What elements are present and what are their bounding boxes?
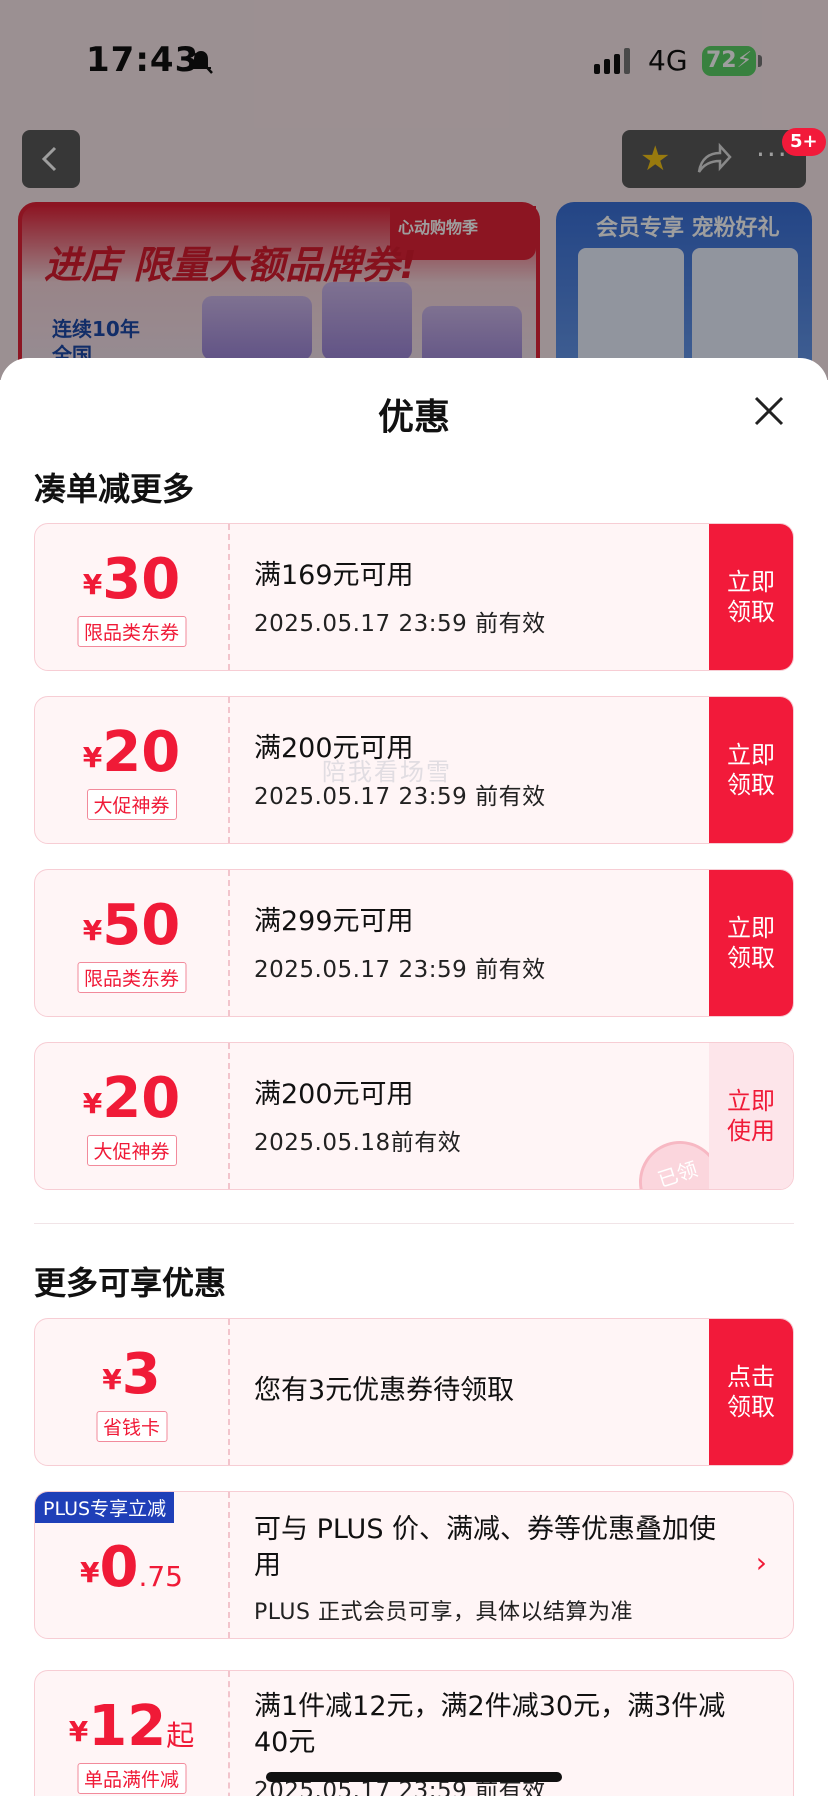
coupon-info: 满169元可用 2025.05.17 23:59 前有效 [254, 558, 724, 638]
currency-symbol: ¥ [82, 568, 103, 601]
notification-badge: 5+ [782, 128, 826, 156]
coupon-type-tag: 大促神券 [86, 1135, 177, 1166]
home-indicator[interactable] [266, 1772, 562, 1782]
currency-symbol: ¥ [82, 741, 103, 774]
coupon-info: 满299元可用 2025.05.17 23:59 前有效 [254, 904, 724, 984]
store-page-background: 心动购物季 进店 限量大额品牌券! 连续10年 全国 会员专享 宠粉好礼 ★ ·… [0, 0, 828, 380]
offer-text: 您有3元优惠券待领取 [254, 1375, 515, 1406]
currency-symbol: ¥ [68, 1715, 89, 1748]
currency-symbol: ¥ [82, 914, 103, 947]
offer-amount: 0 [99, 1535, 139, 1600]
offer-amount-fraction: .75 [138, 1560, 183, 1593]
use-coupon-button[interactable]: 立即使用 [709, 1043, 793, 1189]
offer-type-tag: 单品满件减 [76, 1763, 187, 1794]
offer-subtext: PLUS 正式会员可享，具体以结算为准 [254, 1600, 633, 1625]
coupon-divider [228, 1492, 230, 1638]
coupon-condition: 满200元可用 [254, 1079, 414, 1110]
currency-symbol: ¥ [80, 1556, 100, 1589]
offer-info: 您有3元优惠券待领取 [254, 1373, 724, 1409]
currency-symbol: ¥ [102, 1363, 122, 1396]
coupon-divider [228, 870, 230, 1016]
modal-overlay[interactable] [0, 0, 828, 380]
coupon-divider [228, 1319, 230, 1465]
claim-coupon-button[interactable]: 立即领取 [709, 524, 793, 670]
plus-offer-card[interactable]: PLUS专享立减 ¥0.75 可与 PLUS 价、满减、券等优惠叠加使用 PLU… [34, 1491, 794, 1639]
claim-coupon-button[interactable]: 立即领取 [709, 697, 793, 843]
sheet-title: 优惠 [377, 397, 450, 438]
discount-sheet: 优惠 凑单减更多 ¥30 限品类东券 满169元可用 2025.05.17 23… [0, 358, 828, 1796]
coupon-divider [228, 1671, 230, 1796]
coupon-value: ¥20 大促神券 [35, 1043, 228, 1189]
coupon-info: 满200元可用 2025.05.18前有效 [254, 1077, 724, 1157]
coupon-card: ¥50 限品类东券 满299元可用 2025.05.17 23:59 前有效 立… [34, 869, 794, 1017]
offer-text: 可与 PLUS 价、满减、券等优惠叠加使用 [254, 1514, 717, 1581]
coupon-type-tag: 限品类东券 [76, 616, 187, 647]
offer-value: ¥12起 单品满件减 [35, 1671, 228, 1796]
offer-amount: 12 [88, 1694, 167, 1759]
coupon-amount: 20 [102, 720, 181, 785]
coupon-amount: 30 [102, 547, 181, 612]
offer-amount-suffix: 起 [166, 1719, 195, 1752]
coupon-divider [228, 524, 230, 670]
coupon-amount: 20 [102, 1066, 181, 1131]
offer-amount: 3 [121, 1342, 161, 1407]
section-title-more: 更多可享优惠 [34, 1264, 227, 1302]
coupon-expiry: 2025.05.17 23:59 前有效 [254, 957, 546, 983]
claim-offer-button[interactable]: 点击领取 [709, 1319, 793, 1465]
offer-value: ¥3 省钱卡 [35, 1319, 228, 1465]
coupon-divider [228, 697, 230, 843]
currency-symbol: ¥ [82, 1087, 103, 1120]
section-divider [34, 1223, 794, 1224]
coupon-amount: 50 [102, 893, 181, 958]
coupon-type-tag: 大促神券 [86, 789, 177, 820]
coupon-condition: 满299元可用 [254, 906, 414, 937]
chevron-right-icon: › [755, 1546, 767, 1579]
offer-card: ¥3 省钱卡 您有3元优惠券待领取 点击领取 [34, 1318, 794, 1466]
coupon-value: ¥30 限品类东券 [35, 524, 228, 670]
claim-coupon-button[interactable]: 立即领取 [709, 870, 793, 1016]
coupon-value: ¥50 限品类东券 [35, 870, 228, 1016]
offer-value: ¥0.75 [35, 1492, 228, 1638]
coupon-card: ¥30 限品类东券 满169元可用 2025.05.17 23:59 前有效 立… [34, 523, 794, 671]
coupon-expiry: 2025.05.17 23:59 前有效 [254, 611, 546, 637]
coupon-condition: 满169元可用 [254, 560, 414, 591]
coupon-value: ¥20 大促神券 [35, 697, 228, 843]
offer-text: 满1件减12元，满2件减30元，满3件减40元 [254, 1691, 726, 1758]
watermark: 陪我看场雪 [322, 758, 452, 786]
offer-type-tag: 省钱卡 [95, 1411, 168, 1442]
offer-info: 可与 PLUS 价、满减、券等优惠叠加使用 PLUS 正式会员可享，具体以结算为… [254, 1512, 724, 1626]
close-icon[interactable] [752, 394, 786, 428]
section-title-bundle: 凑单减更多 [34, 470, 195, 508]
coupon-card: ¥20 大促神券 满200元可用 2025.05.18前有效 已领 立即使用 [34, 1042, 794, 1190]
coupon-type-tag: 限品类东券 [76, 962, 187, 993]
coupon-divider [228, 1043, 230, 1189]
